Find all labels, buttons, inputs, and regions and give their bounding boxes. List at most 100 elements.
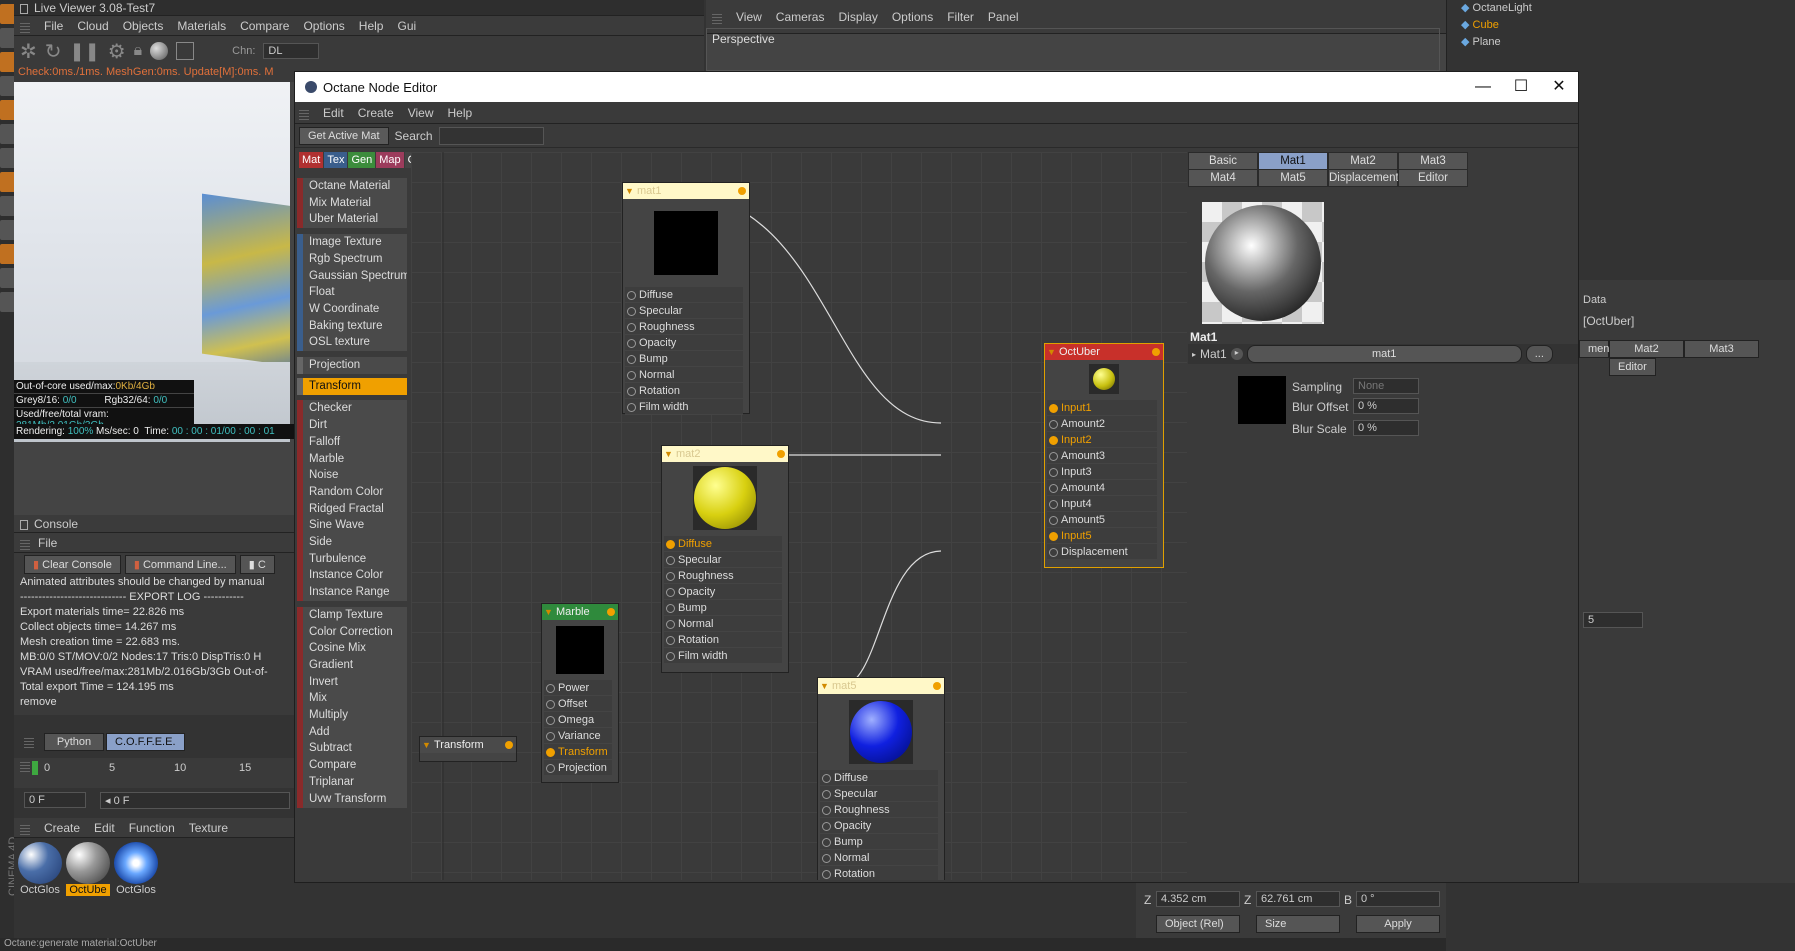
category-tab-gen[interactable]: Gen [348,152,376,168]
mat-menu-edit[interactable]: Edit [94,821,115,835]
node-list-item[interactable]: Uvw Transform [297,790,407,808]
mat-tab-mat5[interactable]: Mat5 [1258,169,1328,187]
input-pin[interactable]: Bump [664,600,782,616]
mat-tab-editor[interactable]: Editor [1398,169,1468,187]
output-pin[interactable] [738,187,746,195]
octuber-node-header[interactable]: OctUber [1045,344,1163,360]
node-list-item[interactable]: Mix [297,690,407,708]
marble-node[interactable]: Marble PowerOffsetOmegaVarianceTransform… [541,603,619,783]
settings-icon[interactable]: ⚙ [108,39,126,64]
input-pin[interactable]: Bump [625,351,743,367]
input-pin[interactable]: Specular [664,552,782,568]
node-list-item[interactable]: Compare [297,757,407,775]
material-thumb[interactable]: OctGlos [18,842,62,896]
lv-menu-gui[interactable]: Gui [397,19,416,33]
input-pin[interactable]: Diffuse [820,770,938,786]
attr-tab-mat3[interactable]: Mat3 [1684,340,1759,358]
node-list-item[interactable]: Triplanar [297,773,407,791]
input-pin[interactable]: Power [544,680,612,696]
input-pin[interactable]: Specular [625,303,743,319]
input-pin[interactable]: Transform [544,744,612,760]
node-list-item[interactable]: Falloff [297,433,407,451]
lv-menu-materials[interactable]: Materials [177,19,226,33]
node-list-item[interactable]: Multiply [297,707,407,724]
maximize-button[interactable]: ☐ [1502,72,1540,102]
node-list-item[interactable]: Clamp Texture [297,606,407,624]
blur-offset-field[interactable]: 0 % [1353,398,1419,414]
mat-tab-mat1[interactable]: Mat1 [1258,152,1328,170]
mat1-field[interactable]: mat1 [1246,345,1522,363]
mat1-browse-button[interactable]: ... [1525,345,1553,363]
output-pin[interactable] [777,450,785,458]
input-pin[interactable]: Input5 [1047,528,1157,544]
node-list-item[interactable]: Subtract [297,740,407,758]
command-line-button[interactable]: ▮ Command Line... [124,554,236,574]
render-icon[interactable]: ✲ [20,39,37,64]
input-pin[interactable]: Projection [544,760,612,776]
vp-menu-cameras[interactable]: Cameras [776,10,825,24]
input-pin[interactable]: Roughness [625,319,743,335]
sphere-icon[interactable] [150,42,169,60]
node-list-item[interactable]: Invert [297,673,407,691]
mat2-node-header[interactable]: mat2 [662,446,788,462]
apply-button[interactable]: Apply [1356,915,1440,933]
chn-select[interactable]: DL [263,43,320,59]
mat-tab-basic[interactable]: Basic [1188,152,1258,170]
input-pin[interactable]: Opacity [664,584,782,600]
pause-icon[interactable]: ❚❚ [70,41,100,62]
vp-menu-options[interactable]: Options [892,10,933,24]
category-tab-map[interactable]: Map [376,152,404,168]
coffee-tab[interactable]: C.O.F.F.E.E. [106,733,185,751]
node-list-item[interactable]: Uber Material [297,211,407,229]
node-list-item[interactable]: Add [297,723,407,741]
mat-menu-texture[interactable]: Texture [189,821,228,835]
node-list-item[interactable]: Sine Wave [297,517,407,535]
input-pin[interactable]: Specular [820,786,938,802]
editor-menu-edit[interactable]: Edit [323,106,344,120]
mat1-node-header[interactable]: mat1 [623,183,749,199]
input-pin[interactable]: Diffuse [664,536,782,552]
node-list-item[interactable]: Color Correction [297,623,407,641]
input-pin[interactable]: Omega [544,712,612,728]
mat-tab-mat4[interactable]: Mat4 [1188,169,1258,187]
input-pin[interactable]: Film width [625,399,743,415]
playhead[interactable] [32,761,38,775]
input-pin[interactable]: Displacement [1047,544,1157,560]
material-thumb[interactable]: OctUbe [66,842,110,896]
close-button[interactable]: ✕ [1540,72,1578,102]
mat5-node-header[interactable]: mat5 [818,678,944,694]
input-pin[interactable]: Offset [544,696,612,712]
node-list-item[interactable]: Dirt [297,417,407,435]
node-list-item[interactable]: Image Texture [297,234,407,252]
input-pin[interactable]: Opacity [625,335,743,351]
marble-node-header[interactable]: Marble [542,604,618,620]
mat5-node[interactable]: mat5 DiffuseSpecularRoughnessOpacityBump… [817,677,945,880]
node-list-item[interactable]: Rgb Spectrum [297,250,407,268]
lock-icon[interactable]: 🔒︎ [134,42,143,60]
category-tab-tex[interactable]: Tex [324,152,348,168]
vp-menu-view[interactable]: View [736,10,762,24]
mat-tab-mat2[interactable]: Mat2 [1328,152,1398,170]
category-tab-mat[interactable]: Mat [299,152,324,168]
attr-tab-ment[interactable]: ment [1579,340,1612,358]
node-list-item[interactable]: Mix Material [297,194,407,212]
node-list-item[interactable]: Cosine Mix [297,640,407,658]
input-pin[interactable]: Diffuse [625,287,743,303]
transform-node-header[interactable]: Transform [420,737,516,753]
node-list-item[interactable]: Instance Color [297,567,407,585]
minimize-button[interactable]: — [1464,72,1502,102]
region-icon[interactable] [176,42,195,60]
input-pin[interactable]: Input2 [1047,432,1157,448]
node-list-item[interactable]: Random Color [297,483,407,501]
node-list-item[interactable]: OSL texture [297,334,407,352]
output-pin[interactable] [505,741,513,749]
node-list-item[interactable]: Ridged Fractal [297,500,407,518]
console-extra-button[interactable]: ▮ C [239,554,275,574]
lv-menu-options[interactable]: Options [303,19,344,33]
mat2-node[interactable]: mat2 DiffuseSpecularRoughnessOpacityBump… [661,445,789,673]
search-input[interactable] [438,126,544,145]
python-tab[interactable]: Python [44,733,104,751]
octuber-node[interactable]: OctUber Input1Amount2Input2Amount3Input3… [1044,343,1164,568]
node-list-item[interactable]: Float [297,284,407,302]
input-pin[interactable]: Roughness [664,568,782,584]
